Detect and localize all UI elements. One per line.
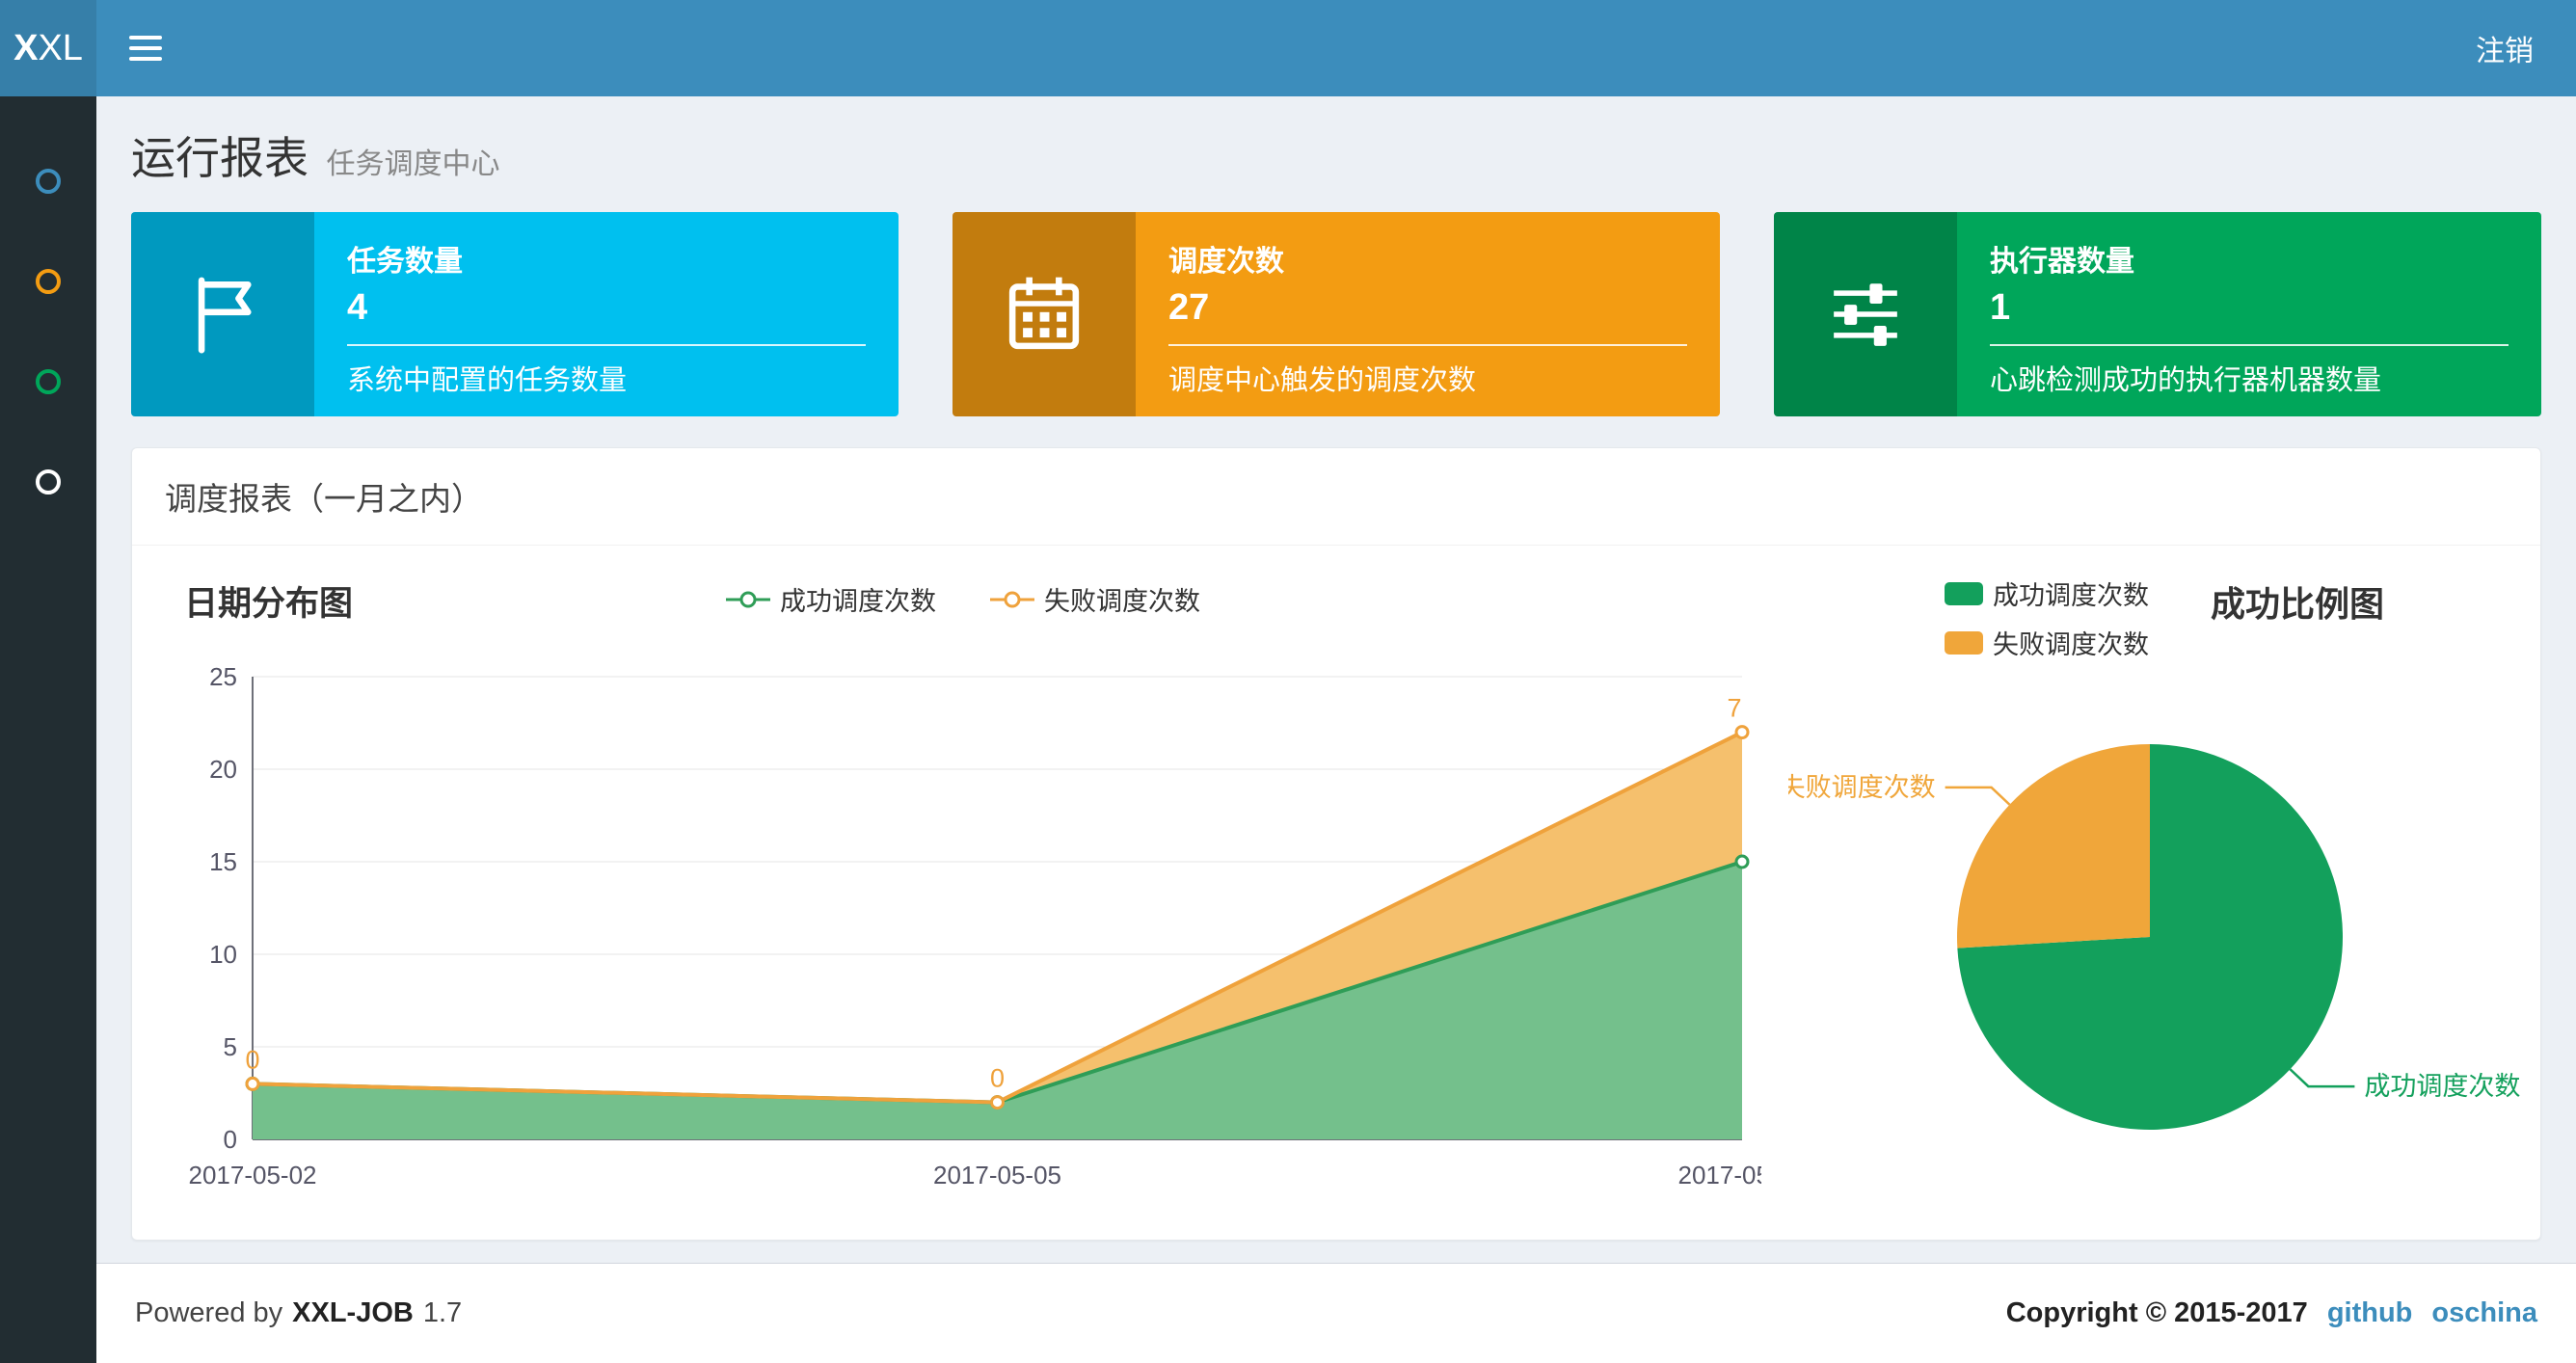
svg-text:0: 0	[990, 1064, 1005, 1093]
svg-text:25: 25	[209, 662, 237, 691]
stat-box-executors: 执行器数量 1 心跳检测成功的执行器机器数量	[1774, 212, 2541, 416]
page-title: 运行报表	[131, 133, 309, 183]
circle-outline-icon	[36, 169, 61, 194]
stat-description: 调度中心触发的调度次数	[1168, 365, 1477, 396]
circle-outline-icon	[36, 369, 61, 394]
sidebar	[0, 96, 96, 1363]
pie-chart-svg: 成功调度次数 失败调度次数	[1788, 744, 2520, 1130]
powered-by: Powered by XXL-JOB 1.7	[135, 1297, 463, 1328]
legend-item-fail[interactable]: 失败调度次数	[1944, 624, 2149, 661]
report-panel: 调度报表（一月之内） 日期分布图 成功调度次数 失败调度次数 0 5 10 15…	[131, 447, 2541, 1241]
svg-text:0: 0	[224, 1125, 237, 1154]
divider	[1990, 344, 2509, 346]
circle-outline-icon	[36, 469, 61, 494]
pie-chart-title: 成功比例图	[2210, 584, 2384, 624]
copyright-text: Copyright © 2015-2017	[2005, 1297, 2308, 1328]
stat-description: 系统中配置的任务数量	[347, 365, 628, 396]
github-link[interactable]: github	[2327, 1297, 2413, 1329]
svg-text:15: 15	[209, 847, 237, 876]
sidebar-toggle-icon[interactable]	[96, 0, 195, 96]
stat-title: 调度次数	[1168, 246, 1284, 278]
svg-text:成功调度次数: 成功调度次数	[2364, 1072, 2520, 1101]
line-chart-title: 日期分布图	[184, 585, 354, 623]
page-header: 运行报表 任务调度中心	[96, 96, 2576, 212]
top-navbar: X XL 注销	[0, 0, 2576, 96]
date-distribution-chart: 日期分布图 成功调度次数 失败调度次数 0 5 10 15 20 25 2017…	[138, 561, 1788, 1216]
sidebar-item-2[interactable]	[0, 231, 96, 332]
circle-outline-icon	[36, 269, 61, 294]
line-marker-icon	[726, 591, 770, 607]
svg-text:2017-05-08: 2017-05-08	[1678, 1161, 1762, 1189]
svg-text:10: 10	[209, 940, 237, 969]
stat-value: 1	[1990, 287, 2011, 328]
sidebar-item-4[interactable]	[0, 432, 96, 532]
logout-button[interactable]: 注销	[2433, 0, 2576, 96]
stat-title: 执行器数量	[1990, 246, 2134, 278]
success-ratio-chart: 成功调度次数 失败调度次数 成功比例图 成功调度次数 失败调度次数	[1788, 561, 2540, 1216]
app-logo[interactable]: X XL	[0, 0, 96, 96]
divider	[1168, 344, 1687, 346]
legend-item-success[interactable]: 成功调度次数	[726, 580, 936, 618]
svg-text:5: 5	[224, 1032, 237, 1061]
divider	[347, 344, 866, 346]
line-marker-icon	[990, 591, 1034, 607]
svg-text:20: 20	[209, 755, 237, 784]
calendar-icon	[953, 212, 1136, 416]
svg-text:7: 7	[1727, 694, 1741, 723]
main-content: 运行报表 任务调度中心 任务数量 4 系统中配置的任务数量 调度次数 27 调度…	[96, 96, 2576, 1241]
pie-chart-legend: 成功调度次数 失败调度次数	[1944, 575, 2149, 661]
stat-box-triggers: 调度次数 27 调度中心触发的调度次数	[953, 212, 1720, 416]
legend-item-success[interactable]: 成功调度次数	[1944, 575, 2149, 612]
stat-box-jobs: 任务数量 4 系统中配置的任务数量	[131, 212, 899, 416]
sidebar-item-3[interactable]	[0, 332, 96, 432]
stat-value: 4	[347, 287, 368, 328]
stat-boxes-row: 任务数量 4 系统中配置的任务数量 调度次数 27 调度中心触发的调度次数 执行…	[96, 212, 2576, 416]
sliders-icon	[1774, 212, 1957, 416]
legend-swatch-icon	[1944, 630, 1983, 655]
svg-text:失败调度次数: 失败调度次数	[1788, 773, 1936, 802]
svg-text:2017-05-02: 2017-05-02	[189, 1161, 317, 1189]
brand-version: 1.7	[422, 1297, 463, 1328]
report-panel-title: 调度报表（一月之内）	[132, 448, 2540, 546]
page-subtitle: 任务调度中心	[326, 148, 500, 180]
flag-icon	[131, 212, 314, 416]
stat-value: 27	[1168, 287, 1210, 328]
line-chart-svg: 05101520252017-05-022017-05-052017-05-08…	[189, 662, 1762, 1189]
sidebar-item-1[interactable]	[0, 131, 96, 231]
brand-name: XXL-JOB	[292, 1297, 414, 1328]
svg-text:2017-05-05: 2017-05-05	[933, 1161, 1061, 1189]
app-logo-rest: XL	[38, 27, 83, 68]
line-chart-legend: 成功调度次数 失败调度次数	[138, 561, 1788, 618]
app-logo-bold: X	[13, 27, 39, 68]
svg-text:0: 0	[245, 1045, 259, 1074]
footer: Powered by XXL-JOB 1.7 Copyright © 2015-…	[96, 1263, 2576, 1363]
legend-item-fail[interactable]: 失败调度次数	[990, 580, 1200, 618]
legend-swatch-icon	[1944, 581, 1983, 605]
stat-title: 任务数量	[347, 246, 463, 278]
stat-description: 心跳检测成功的执行器机器数量	[1990, 365, 2382, 396]
oschina-link[interactable]: oschina	[2431, 1297, 2537, 1329]
